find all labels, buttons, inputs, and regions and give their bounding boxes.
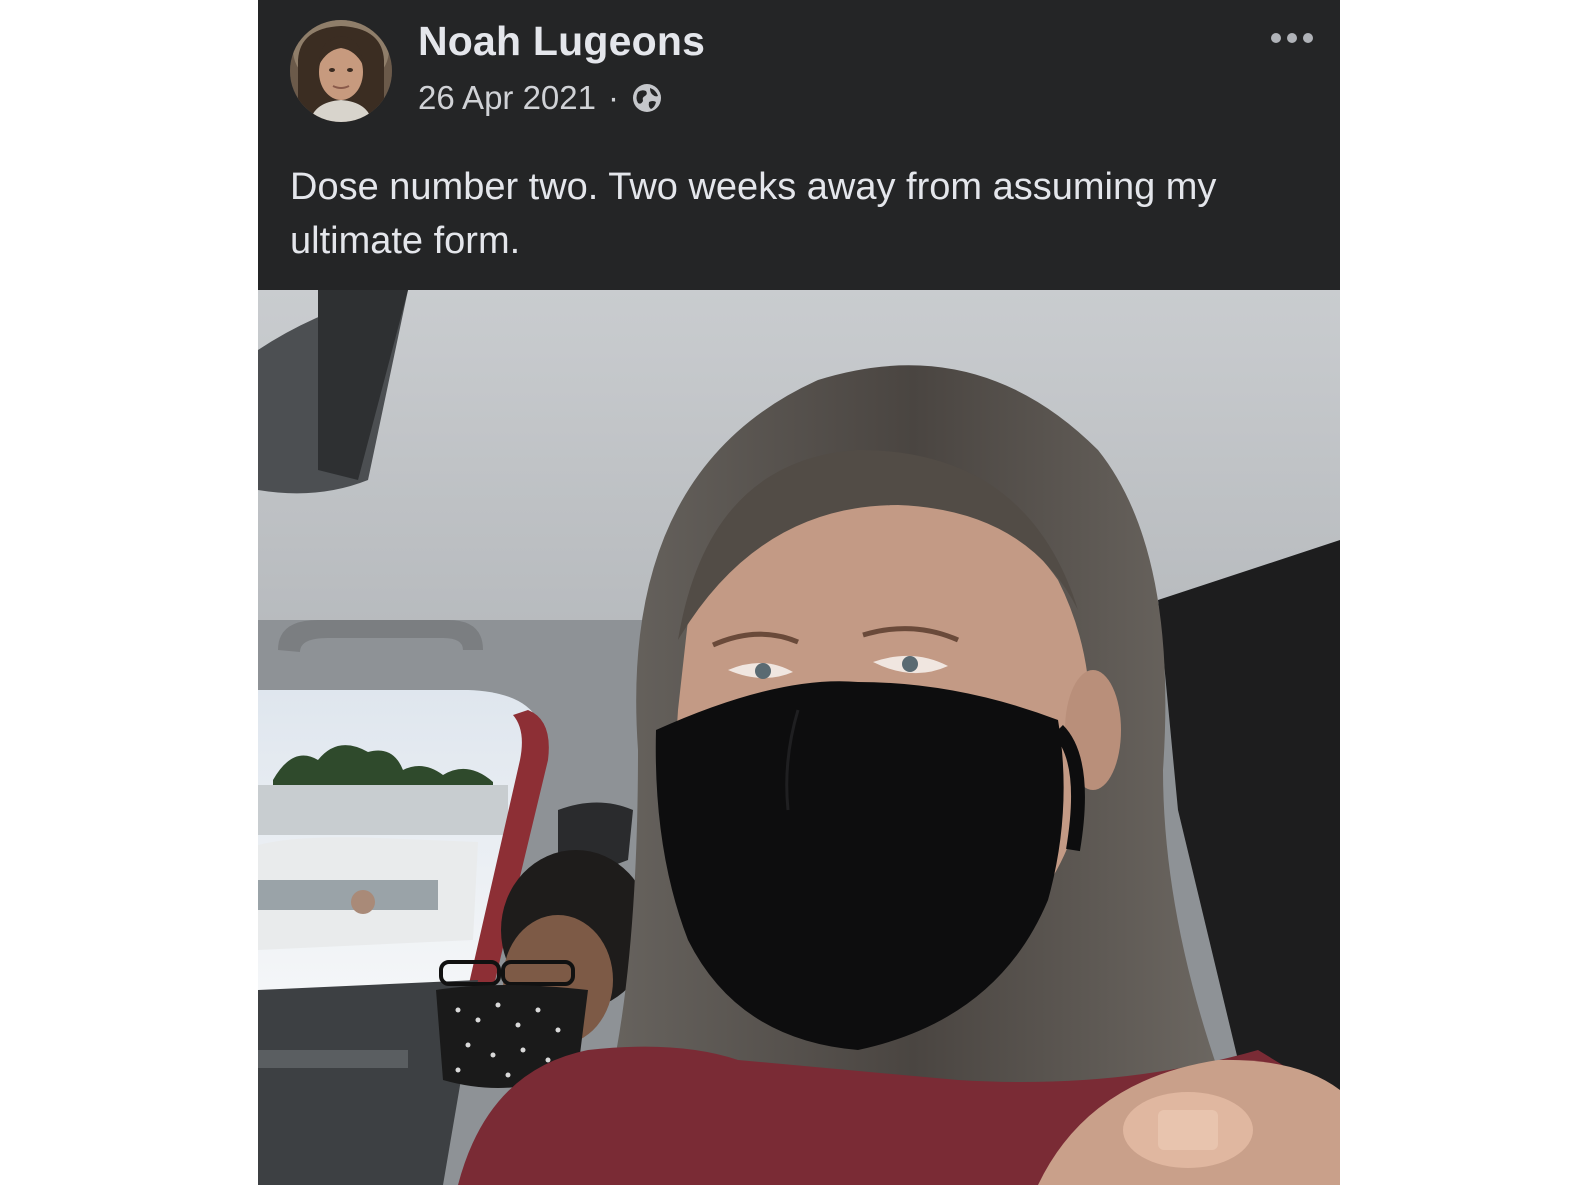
selfie-image [258, 290, 1340, 1185]
author-avatar[interactable] [290, 20, 392, 122]
post-meta: 26 Apr 2021 · [418, 78, 663, 118]
facebook-post: Noah Lugeons 26 Apr 2021 · Dose number t… [258, 0, 1340, 1185]
globe-icon [631, 82, 663, 114]
post-caption: Dose number two. Two weeks away from ass… [290, 166, 1217, 262]
author-name[interactable]: Noah Lugeons [418, 18, 705, 65]
meta-separator: · [608, 79, 619, 116]
avatar-image [290, 20, 392, 122]
post-photo[interactable] [258, 290, 1340, 1185]
post-date[interactable]: 26 Apr 2021 [418, 79, 596, 117]
post-header: Noah Lugeons 26 Apr 2021 · Dose number t… [258, 0, 1340, 290]
more-options-icon[interactable] [1268, 26, 1316, 50]
